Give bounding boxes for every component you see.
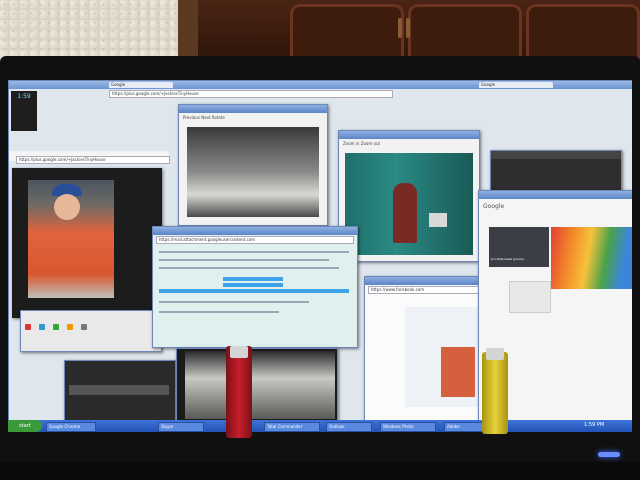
app-icon[interactable] [25, 324, 31, 330]
page-url[interactable]: https://plus.google.com/+JackiesTinyHous… [16, 156, 170, 164]
selected-text [223, 277, 283, 281]
text-line [159, 301, 309, 303]
group-photo[interactable] [185, 351, 335, 419]
clock-time: 1:59 [17, 93, 31, 100]
google-label: Google [483, 203, 505, 210]
app-icon[interactable] [67, 324, 74, 330]
selected-text [159, 289, 349, 293]
text-line [159, 267, 339, 269]
group-photo-window[interactable] [176, 348, 338, 422]
door-frame [178, 0, 198, 62]
cabinet-door [526, 4, 640, 60]
browser-tab[interactable]: Google [479, 82, 553, 88]
wallpaper [0, 0, 180, 62]
viewer-button[interactable]: Rotate [212, 115, 225, 120]
dark-bar [69, 385, 169, 395]
social-url[interactable]: https://www.facebook.com [368, 286, 482, 294]
viewer-button[interactable]: Next [201, 115, 210, 120]
social-page-window[interactable]: https://www.facebook.com [364, 276, 486, 422]
text-line [159, 251, 349, 253]
cover-image [551, 227, 632, 289]
mail-url[interactable]: https://mail.attachment.googleuserconten… [156, 236, 354, 244]
face [54, 194, 80, 220]
taskbar-item[interactable]: Outlook [326, 422, 372, 432]
monitor-stand [0, 462, 640, 480]
taskbar-item[interactable]: Windows Photo [380, 422, 436, 432]
cabinet-door [408, 4, 522, 60]
taskbar-item[interactable]: Skype [158, 422, 204, 432]
profile-name: Jon Dabrowski (Jonah) [491, 257, 524, 261]
icons-strip [20, 310, 162, 352]
viewer-toolbar: Previous Next Rotate [183, 115, 323, 123]
dark-popup[interactable] [490, 150, 622, 192]
photo-page [12, 168, 162, 318]
cabinet-knob [398, 18, 402, 38]
post-photo[interactable] [441, 347, 475, 397]
address-bar[interactable]: https://plus.google.com/+JackiesTinyHous… [109, 90, 393, 98]
cabinet-door [290, 4, 404, 60]
profile-card: Jon Dabrowski (Jonah) [489, 227, 549, 267]
dark-window[interactable] [64, 360, 176, 422]
text-line [159, 259, 329, 261]
taskbar [8, 420, 632, 432]
lighter-top [486, 348, 504, 360]
dropdown-menu[interactable] [509, 281, 551, 313]
text-line [159, 311, 279, 313]
taskbar-item[interactable]: Total Commander [264, 422, 320, 432]
viewer-button[interactable]: Zoom out [361, 141, 380, 146]
taskbar-clock: 1:59 PM [584, 422, 605, 428]
photo-viewer-window-2[interactable]: Zoom in Zoom out [338, 130, 480, 262]
person-figure [393, 183, 417, 243]
yellow-lighter [482, 352, 508, 434]
lighter-top [230, 346, 248, 358]
cabinet-knob [406, 18, 410, 38]
mail-attachment-window[interactable]: https://mail.attachment.googleuserconten… [152, 226, 358, 348]
viewer-button[interactable]: Previous [183, 115, 200, 120]
taskbar-item[interactable]: Google Chrome [46, 422, 96, 432]
power-led [598, 452, 620, 457]
app-icon[interactable] [81, 324, 88, 330]
app-icon[interactable] [53, 324, 60, 330]
selected-text [223, 283, 283, 287]
viewer-toolbar: Zoom in Zoom out [343, 141, 380, 146]
viewer-button[interactable]: Zoom in [343, 141, 359, 146]
tv-set [429, 213, 447, 227]
wooden-cabinet [180, 0, 640, 62]
clock-widget: 1:59 [11, 91, 37, 131]
photo-viewer-window[interactable]: Previous Next Rotate [178, 104, 328, 226]
monitor-screen: Google Google https://plus.google.com/+J… [8, 80, 632, 432]
start-button[interactable]: start [8, 420, 42, 432]
app-icon[interactable] [39, 324, 46, 330]
bw-photo[interactable] [187, 127, 319, 217]
teal-photo[interactable] [345, 153, 473, 255]
red-lighter [226, 346, 252, 438]
boy-photo[interactable] [28, 180, 114, 298]
browser-tab[interactable]: Google [109, 82, 173, 88]
